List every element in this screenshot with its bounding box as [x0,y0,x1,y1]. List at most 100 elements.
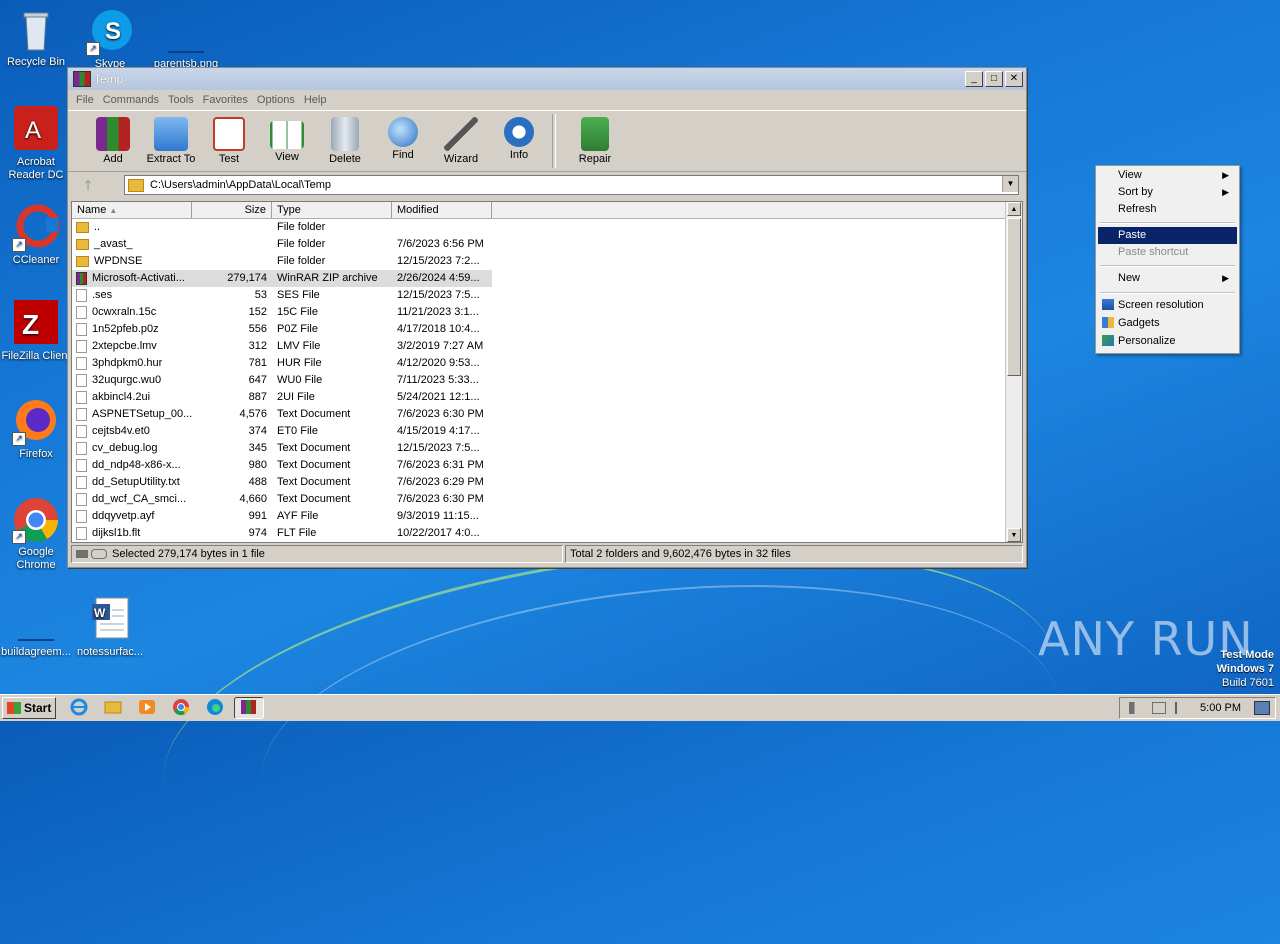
desktop-icon-buildagreem[interactable]: buildagreem... [0,596,74,659]
menu-item-gadgets[interactable]: Gadgets [1098,315,1237,332]
menu-options[interactable]: Options [257,94,295,106]
file-row[interactable]: ddqyvetp.ayf 991 AYF File 9/3/2019 11:15... [72,508,1022,525]
menu-item-sort-by[interactable]: Sort by ▶ [1098,184,1237,201]
file-modified: 12/15/2023 7:2... [397,255,480,267]
volume-icon[interactable] [1129,702,1143,714]
desktop-icon-chrome[interactable]: ↗ Google Chrome [0,496,74,572]
menu-item-paste-shortcut[interactable]: Paste shortcut [1098,244,1237,261]
file-row[interactable]: dijksl1b.flt 974 FLT File 10/22/2017 4:0... [72,525,1022,542]
column-header: Name ▲ Size Type Modified [72,202,1022,219]
taskbar-winrar-icon[interactable] [234,697,264,719]
file-row[interactable]: dd_wcf_CA_smci... 4,660 Text Document 7/6/2… [72,491,1022,508]
file-row[interactable]: Microsoft-Activati... 279,174 WinRAR ZIP a… [72,270,1022,287]
file-type: WU0 File [277,374,323,386]
repair-button[interactable]: Repair [566,111,624,165]
column-size[interactable]: Size [192,202,272,218]
file-row[interactable]: cv_debug.log 345 Text Document 12/15/2023 7… [72,440,1022,457]
column-type[interactable]: Type [272,202,392,218]
taskbar-media-player-icon[interactable] [136,697,158,717]
file-row[interactable]: _avast_ File folder 7/6/2023 6:56 PM [72,236,1022,253]
file-row[interactable]: 2xtepcbe.lmv 312 LMV File 3/2/2019 7:27 AM [72,338,1022,355]
scroll-down-icon[interactable]: ▼ [1007,528,1021,542]
taskbar-chrome-icon[interactable] [170,697,192,717]
file-row[interactable]: .. File folder [72,219,1022,236]
menu-favorites[interactable]: Favorites [203,94,248,106]
trash-icon [331,117,359,151]
file-row[interactable]: cejtsb4v.et0 374 ET0 File 4/15/2019 4:17... [72,423,1022,440]
minimize-button[interactable]: _ [965,71,983,87]
desktop-icon-firefox[interactable]: ↗ Firefox [0,398,74,461]
maximize-button[interactable]: □ [985,71,1003,87]
vertical-scrollbar[interactable]: ▲ ▼ [1005,202,1022,542]
file-row[interactable]: 1n52pfeb.p0z 556 P0Z File 4/17/2018 10:4... [72,321,1022,338]
file-type: LMV File [277,340,321,352]
delete-button[interactable]: Delete [316,111,374,165]
file-type: Text Document [277,476,351,488]
file-row[interactable]: 0cwxraln.15c 152 15C File 11/21/2023 3:1... [72,304,1022,321]
desktop-icon-skype[interactable]: S ↗ Skype [72,8,148,71]
scroll-thumb[interactable] [1007,218,1021,376]
up-arrow-icon[interactable]: 🡑 [74,175,102,195]
file-row[interactable]: 3phdpkm0.hur 781 HUR File 4/12/2020 9:53... [72,355,1022,372]
file-row[interactable]: dd_ndp48-x86-x... 980 Text Document 7/6/202… [72,457,1022,474]
add-icon [96,117,130,151]
address-text: C:\Users\admin\AppData\Local\Temp [150,179,331,191]
menu-tools[interactable]: Tools [168,94,194,106]
file-row[interactable]: dd_SetupUtility.txt 488 Text Document 7/6/2… [72,474,1022,491]
taskbar-explorer-icon[interactable] [102,697,124,717]
file-row[interactable]: akbincl4.2ui 887 2UI File 5/24/2021 12:1... [72,389,1022,406]
folder-icon [128,178,144,192]
extract-to-button[interactable]: Extract To [142,111,200,165]
info-icon [504,117,534,147]
menu-item-paste[interactable]: Paste [1098,227,1237,244]
folder-icon [76,256,89,267]
menu-bar: File Commands Tools Favorites Options He… [68,90,1026,110]
file-modified: 7/6/2023 6:56 PM [397,238,484,250]
column-modified[interactable]: Modified [392,202,492,218]
clock[interactable]: 5:00 PM [1200,702,1241,714]
file-row[interactable]: .ses 53 SES File 12/15/2023 7:5... [72,287,1022,304]
file-name-cell: 0cwxraln.15c [72,304,192,321]
close-button[interactable]: ✕ [1005,71,1023,87]
file-row[interactable]: ASPNETSetup_00... 4,576 Text Document 7/6/2… [72,406,1022,423]
scroll-up-icon[interactable]: ▲ [1007,202,1021,216]
add-button[interactable]: Add [84,111,142,165]
menu-help[interactable]: Help [304,94,327,106]
desktop-icon-notessurfac[interactable]: W notessurfac... [72,596,148,659]
taskbar-edge-icon[interactable] [204,697,226,717]
archive-icon [76,272,87,285]
view-button[interactable]: View [258,111,316,163]
toolbar: Add Extract To Test View Delete Find Wiz… [68,110,1026,171]
file-row[interactable]: 32uqurgc.wu0 647 WU0 File 7/11/2023 5:33... [72,372,1022,389]
wizard-button[interactable]: Wizard [432,111,490,165]
menu-file[interactable]: File [76,94,94,106]
svg-text:W: W [94,606,106,620]
start-button[interactable]: Start [2,697,56,719]
desktop-icon-recycle-bin[interactable]: Recycle Bin [0,6,74,69]
address-field[interactable]: C:\Users\admin\AppData\Local\Temp ▼ [124,175,1019,195]
dropdown-arrow-icon[interactable]: ▼ [1002,176,1018,192]
desktop-context-menu: View ▶ Sort by ▶ Refresh Paste Paste short… [1095,165,1240,354]
title-bar[interactable]: Temp _ □ ✕ [68,68,1026,90]
menu-item-new[interactable]: New ▶ [1098,270,1237,287]
menu-item-refresh[interactable]: Refresh [1098,201,1237,218]
menu-item-view[interactable]: View ▶ [1098,167,1237,184]
info-button[interactable]: Info [490,111,548,161]
file-row[interactable]: WPDNSE File folder 12/15/2023 7:2... [72,253,1022,270]
desktop-icon-parentsb[interactable]: parentsb.png [148,8,224,71]
desktop-icon-acrobat[interactable]: A Acrobat Reader DC [0,106,74,182]
menu-item-personalize[interactable]: Personalize [1098,333,1237,350]
network-icon[interactable] [1152,702,1166,714]
flag-icon[interactable] [1175,702,1189,714]
desktop-icon-filezilla[interactable]: Z FileZilla Client [0,300,74,363]
taskbar-ie-icon[interactable] [68,697,90,717]
desktop-icon-ccleaner[interactable]: ↗ CCleaner [0,204,74,267]
menu-commands[interactable]: Commands [103,94,159,106]
column-name[interactable]: Name ▲ [72,202,192,218]
show-desktop-icon[interactable] [1254,701,1270,715]
test-button[interactable]: Test [200,111,258,165]
file-name: akbincl4.2ui [92,391,151,403]
find-button[interactable]: Find [374,111,432,161]
file-list[interactable]: Name ▲ Size Type Modified .. File folder _… [71,201,1023,543]
menu-item-screen-resolution[interactable]: Screen resolution [1098,297,1237,314]
